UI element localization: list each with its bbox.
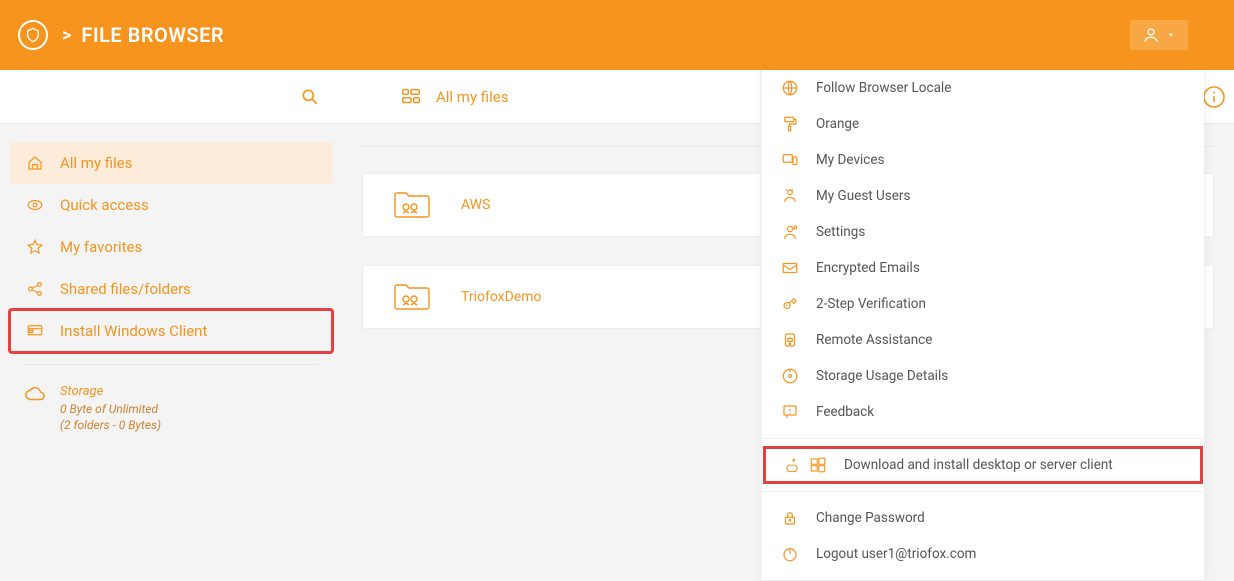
mail-icon — [780, 259, 800, 277]
lock-icon — [780, 509, 800, 527]
menu-item-label: Settings — [816, 224, 865, 240]
dropdown-divider — [762, 491, 1204, 492]
folder-icon — [393, 283, 431, 311]
star-icon — [24, 238, 46, 256]
menu-item-label: Change Password — [816, 510, 925, 526]
verify-icon — [780, 295, 800, 313]
menu-item-label: Storage Usage Details — [816, 368, 948, 384]
menu-item-label: Feedback — [816, 404, 874, 420]
menu-logout-user1-triofox-com[interactable]: Logout user1@triofox.com — [762, 536, 1204, 572]
sidebar-item-label: Install Windows Client — [60, 322, 207, 340]
sidebar-divider — [24, 364, 318, 365]
globe-icon — [780, 79, 800, 97]
breadcrumb-icon — [400, 86, 422, 108]
dropdown-divider — [762, 438, 1204, 439]
home-icon — [24, 154, 46, 172]
sidebar-item-all-my-files[interactable]: All my files — [10, 142, 332, 184]
devices-icon — [780, 151, 800, 169]
sidebar-item-shared-files-folders[interactable]: Shared files/folders — [10, 268, 332, 310]
disk-icon — [780, 367, 800, 385]
page-title: FILE BROWSER — [81, 23, 224, 47]
menu-follow-browser-locale[interactable]: Follow Browser Locale — [762, 70, 1204, 106]
menu-remote-assistance[interactable]: Remote Assistance — [762, 322, 1204, 358]
breadcrumb-sep: > — [62, 25, 71, 46]
share-icon — [24, 280, 46, 298]
menu-item-label: Follow Browser Locale — [816, 80, 951, 96]
chevron-down-icon — [1166, 30, 1176, 40]
sidebar-item-quick-access[interactable]: Quick access — [10, 184, 332, 226]
sidebar-item-install-windows-client[interactable]: Install Windows Client — [10, 310, 332, 352]
app-header: > FILE BROWSER — [0, 0, 1234, 70]
menu-item-label: Remote Assistance — [816, 332, 932, 348]
windows-icon — [808, 456, 828, 474]
menu-item-label: Orange — [816, 116, 859, 132]
menu-orange[interactable]: Orange — [762, 106, 1204, 142]
storage-block: Storage 0 Byte of Unlimited (2 folders -… — [10, 377, 332, 439]
menu-encrypted-emails[interactable]: Encrypted Emails — [762, 250, 1204, 286]
user-menu-button[interactable] — [1130, 20, 1188, 50]
sidebar-item-label: Quick access — [60, 196, 149, 214]
menu-storage-usage-details[interactable]: Storage Usage Details — [762, 358, 1204, 394]
folder-label: AWS — [461, 197, 490, 213]
client-icon — [24, 322, 46, 340]
search-icon[interactable] — [300, 87, 320, 107]
folder-label: TriofoxDemo — [461, 289, 542, 305]
menu-item-label: Encrypted Emails — [816, 260, 920, 276]
sidebar: All my files Quick access My favorites Shar… — [0, 124, 342, 581]
cloud-icon — [24, 383, 46, 433]
eye-icon — [24, 196, 46, 214]
menu-item-label: Download and install desktop or server c… — [844, 457, 1113, 473]
menu-change-password[interactable]: Change Password — [762, 500, 1204, 536]
feedback-icon — [780, 403, 800, 421]
power-icon — [780, 545, 800, 563]
sidebar-item-label: My favorites — [60, 238, 142, 256]
folder-icon — [393, 191, 431, 219]
guest-icon — [780, 187, 800, 205]
sidebar-item-label: Shared files/folders — [60, 280, 191, 298]
menu-item-label: My Devices — [816, 152, 884, 168]
paint-icon — [780, 115, 800, 133]
menu-2-step-verification[interactable]: 2-Step Verification — [762, 286, 1204, 322]
sidebar-item-my-favorites[interactable]: My favorites — [10, 226, 332, 268]
menu-download-client[interactable]: Download and install desktop or server c… — [764, 447, 1202, 483]
menu-item-label: Logout user1@triofox.com — [816, 546, 976, 562]
breadcrumb[interactable]: All my files — [436, 88, 508, 106]
sidebar-item-label: All my files — [60, 154, 132, 172]
menu-feedback[interactable]: Feedback — [762, 394, 1204, 430]
storage-line2: (2 folders - 0 Bytes) — [60, 417, 161, 433]
menu-my-guest-users[interactable]: My Guest Users — [762, 178, 1204, 214]
menu-settings[interactable]: Settings — [762, 214, 1204, 250]
settings-icon — [780, 223, 800, 241]
storage-title: Storage — [60, 383, 161, 401]
user-dropdown: Follow Browser Locale Orange My Devices My … — [762, 70, 1204, 580]
remote-icon — [780, 331, 800, 349]
app-logo[interactable] — [18, 20, 48, 50]
info-icon[interactable] — [1202, 85, 1226, 109]
menu-my-devices[interactable]: My Devices — [762, 142, 1204, 178]
menu-item-label: My Guest Users — [816, 188, 910, 204]
menu-item-label: 2-Step Verification — [816, 296, 926, 312]
apple-icon — [782, 456, 802, 474]
storage-line1: 0 Byte of Unlimited — [60, 401, 161, 417]
